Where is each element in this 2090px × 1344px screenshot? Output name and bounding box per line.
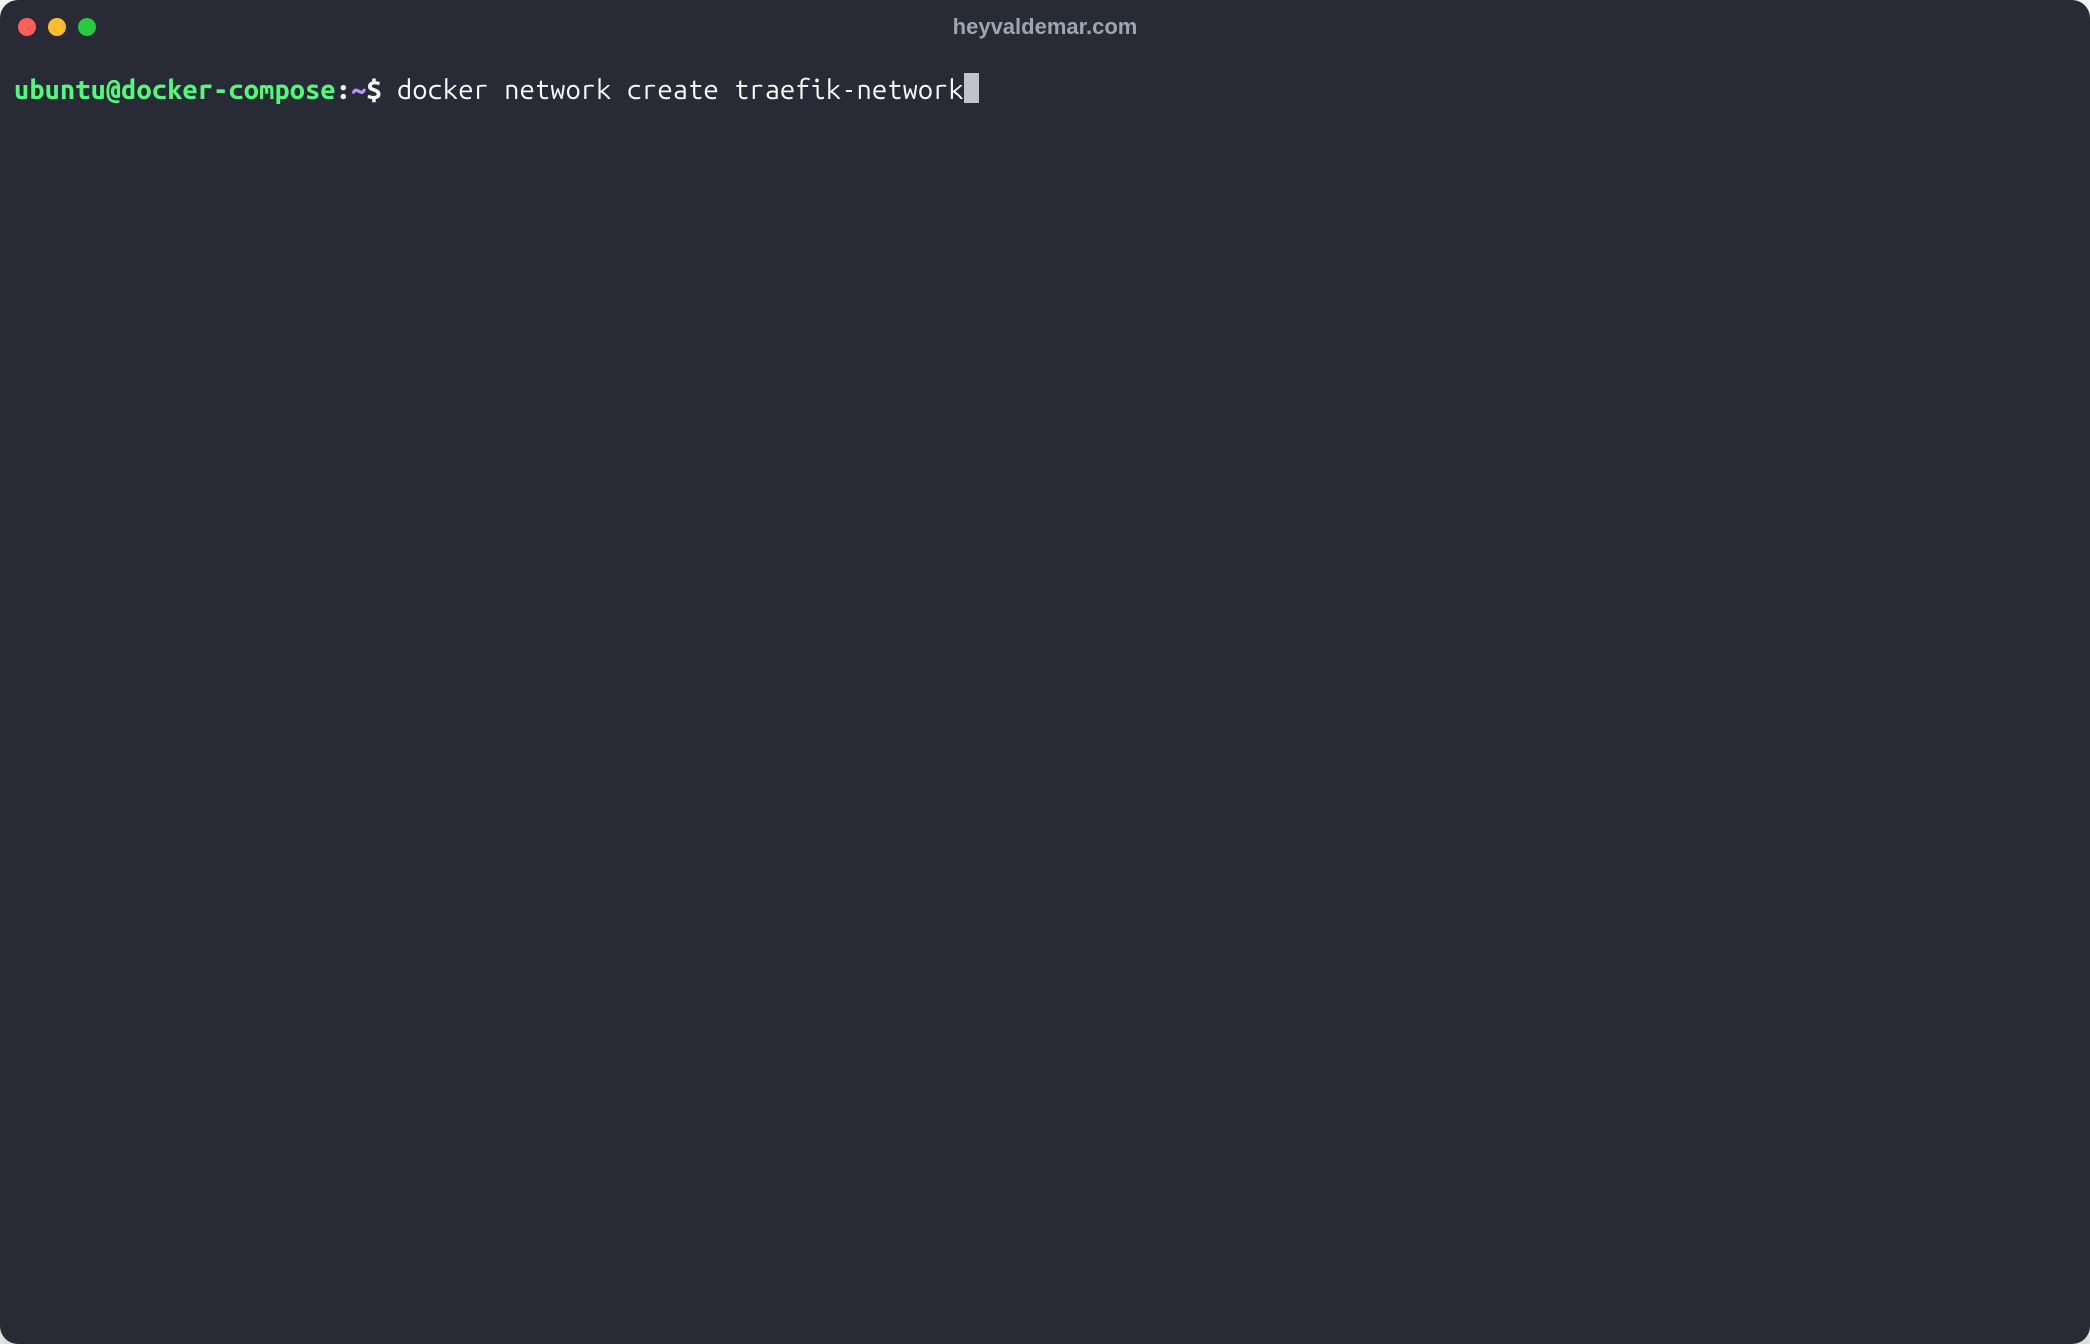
maximize-icon[interactable] [78,18,96,36]
close-icon[interactable] [18,18,36,36]
terminal-body[interactable]: ubuntu@docker-compose:~$ docker network … [0,54,2090,1344]
titlebar: heyvaldemar.com [0,0,2090,54]
prompt-user-host: ubuntu@docker-compose [14,75,336,105]
prompt-path: ~ [351,75,366,105]
prompt-separator: : [336,75,351,105]
window-title: heyvaldemar.com [953,14,1138,40]
terminal-window: heyvaldemar.com ubuntu@docker-compose:~$… [0,0,2090,1344]
minimize-icon[interactable] [48,18,66,36]
prompt-symbol: $ [366,75,381,105]
traffic-lights [18,18,96,36]
command-text: docker network create traefik-network [397,75,964,105]
cursor-icon [964,73,979,103]
